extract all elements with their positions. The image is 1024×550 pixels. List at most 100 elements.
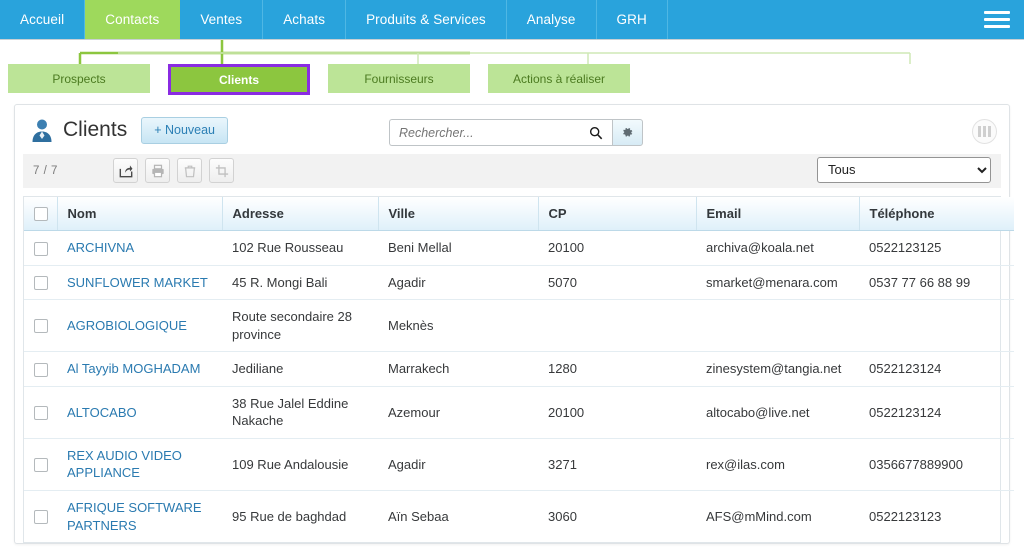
row-select-cell — [24, 265, 57, 300]
nav-item-contacts[interactable]: Contacts — [85, 0, 180, 39]
delete-button[interactable] — [177, 158, 202, 183]
client-name-link[interactable]: REX AUDIO VIDEO APPLIANCE — [67, 448, 182, 481]
export-button[interactable] — [113, 158, 138, 183]
table-row[interactable]: AGROBIOLOGIQUE Route secondaire 28 provin… — [24, 300, 1014, 352]
cell-ville: Meknès — [378, 300, 538, 352]
client-name-link[interactable]: ARCHIVNA — [67, 240, 134, 255]
select-all-header — [24, 197, 57, 231]
row-select-cell — [24, 490, 57, 542]
cell-email — [696, 300, 859, 352]
sub-navigation: Prospects Clients Fournisseurs Actions à… — [0, 40, 1024, 100]
cell-nom: Al Tayyib MOGHADAM — [57, 352, 222, 387]
row-checkbox[interactable] — [34, 510, 48, 524]
row-select-cell — [24, 231, 57, 266]
cell-adresse: 95 Rue de baghdad — [222, 490, 378, 542]
cell-ville: Azemour — [378, 386, 538, 438]
cell-email: rex@ilas.com — [696, 438, 859, 490]
column-header-adresse[interactable]: Adresse — [222, 197, 378, 231]
cell-telephone: 0522123123 — [859, 490, 1014, 542]
table-row[interactable]: Al Tayyib MOGHADAM JedilianeMarrakech1280… — [24, 352, 1014, 387]
gear-icon — [621, 126, 634, 139]
clients-table: Nom Adresse Ville CP Email Téléphone ARC… — [24, 197, 1014, 543]
pagination-footer: Résultats par page : 25 50 75 100 — [15, 543, 1009, 550]
table-row[interactable]: AFRIQUE SOFTWARE PARTNERS 95 Rue de baghd… — [24, 490, 1014, 542]
person-icon — [29, 117, 55, 143]
subnav-item-fournisseurs[interactable]: Fournisseurs — [328, 64, 470, 93]
cell-email: zinesystem@tangia.net — [696, 352, 859, 387]
cell-cp: 3060 — [538, 490, 696, 542]
cell-email: altocabo@live.net — [696, 386, 859, 438]
page-title: Clients — [63, 118, 127, 142]
magnifier-icon[interactable] — [586, 126, 606, 140]
row-select-cell — [24, 386, 57, 438]
nav-item-grh[interactable]: GRH — [597, 0, 668, 39]
row-checkbox[interactable] — [34, 276, 48, 290]
crop-icon — [215, 164, 229, 178]
table-row[interactable]: ALTOCABO38 Rue Jalel Eddine NakacheAzemo… — [24, 386, 1014, 438]
search-settings-button[interactable] — [612, 119, 643, 146]
table-row[interactable]: ARCHIVNA102 Rue RousseauBeni Mellal20100… — [24, 231, 1014, 266]
select-all-checkbox[interactable] — [34, 207, 48, 221]
subnav-item-prospects[interactable]: Prospects — [8, 64, 150, 93]
client-name-link[interactable]: Al Tayyib MOGHADAM — [67, 361, 200, 376]
cell-adresse: Jediliane — [222, 352, 378, 387]
column-header-nom[interactable]: Nom — [57, 197, 222, 231]
subnav-item-actions-a-realiser[interactable]: Actions à réaliser — [488, 64, 630, 93]
row-checkbox[interactable] — [34, 406, 48, 420]
cell-ville: Marrakech — [378, 352, 538, 387]
panel-header: Clients + Nouveau — [15, 105, 1009, 154]
nav-item-produits-services[interactable]: Produits & Services — [346, 0, 507, 39]
row-checkbox[interactable] — [34, 458, 48, 472]
client-name-link[interactable]: AFRIQUE SOFTWARE PARTNERS — [67, 500, 202, 533]
table-row[interactable]: SUNFLOWER MARKET45 R. Mongi BaliAgadir50… — [24, 265, 1014, 300]
subnav-label: Prospects — [52, 72, 105, 86]
table-row[interactable]: REX AUDIO VIDEO APPLIANCE109 Rue Andalou… — [24, 438, 1014, 490]
cell-telephone: 0356677889900 — [859, 438, 1014, 490]
cell-cp: 20100 — [538, 386, 696, 438]
table-body: ARCHIVNA 102 Rue RousseauBeni Mellal 20100… — [24, 231, 1014, 543]
print-button[interactable] — [145, 158, 170, 183]
search-field-wrapper — [389, 119, 612, 146]
column-header-email[interactable]: Email — [696, 197, 859, 231]
client-name-link[interactable]: ALTOCABO — [67, 405, 137, 420]
subnav-label: Actions à réaliser — [513, 72, 605, 86]
nav-label: GRH — [617, 12, 647, 27]
printer-icon — [151, 164, 165, 178]
nav-label: Analyse — [527, 12, 576, 27]
column-header-ville[interactable]: Ville — [378, 197, 538, 231]
nav-item-accueil[interactable]: Accueil — [0, 0, 85, 39]
cell-telephone: 0537 77 66 88 99 — [859, 265, 1014, 300]
subnav-item-clients[interactable]: Clients — [168, 64, 310, 95]
nav-item-ventes[interactable]: Ventes — [180, 0, 263, 39]
cell-ville: Beni Mellal — [378, 231, 538, 266]
row-checkbox[interactable] — [34, 363, 48, 377]
cell-telephone: 0522123125 — [859, 231, 1014, 266]
nav-spacer — [668, 0, 970, 39]
columns-icon[interactable] — [972, 119, 997, 144]
client-name-link[interactable]: SUNFLOWER MARKET — [67, 275, 208, 290]
hamburger-icon[interactable] — [970, 0, 1024, 39]
cell-adresse: Route secondaire 28 province — [222, 300, 378, 352]
column-header-cp[interactable]: CP — [538, 197, 696, 231]
row-checkbox[interactable] — [34, 319, 48, 333]
client-name-link[interactable]: AGROBIOLOGIQUE — [67, 318, 187, 333]
crop-button[interactable] — [209, 158, 234, 183]
cell-cp — [538, 300, 696, 352]
new-client-button[interactable]: + Nouveau — [141, 117, 228, 144]
nav-item-analyse[interactable]: Analyse — [507, 0, 597, 39]
subnav-label: Fournisseurs — [364, 72, 433, 86]
column-header-telephone[interactable]: Téléphone — [859, 197, 1014, 231]
subnav-label: Clients — [219, 73, 259, 87]
cell-adresse: 102 Rue Rousseau — [222, 231, 378, 266]
search-box — [389, 119, 643, 146]
cell-telephone: 0522123124 — [859, 386, 1014, 438]
nav-item-achats[interactable]: Achats — [263, 0, 346, 39]
row-checkbox[interactable] — [34, 242, 48, 256]
nav-label: Achats — [283, 12, 325, 27]
cell-cp: 1280 — [538, 352, 696, 387]
cell-nom: AFRIQUE SOFTWARE PARTNERS — [57, 490, 222, 542]
filter-select[interactable]: Tous — [817, 157, 991, 183]
row-select-cell — [24, 300, 57, 352]
search-input[interactable] — [399, 126, 586, 140]
clients-table-wrapper: Nom Adresse Ville CP Email Téléphone ARC… — [23, 196, 1001, 544]
